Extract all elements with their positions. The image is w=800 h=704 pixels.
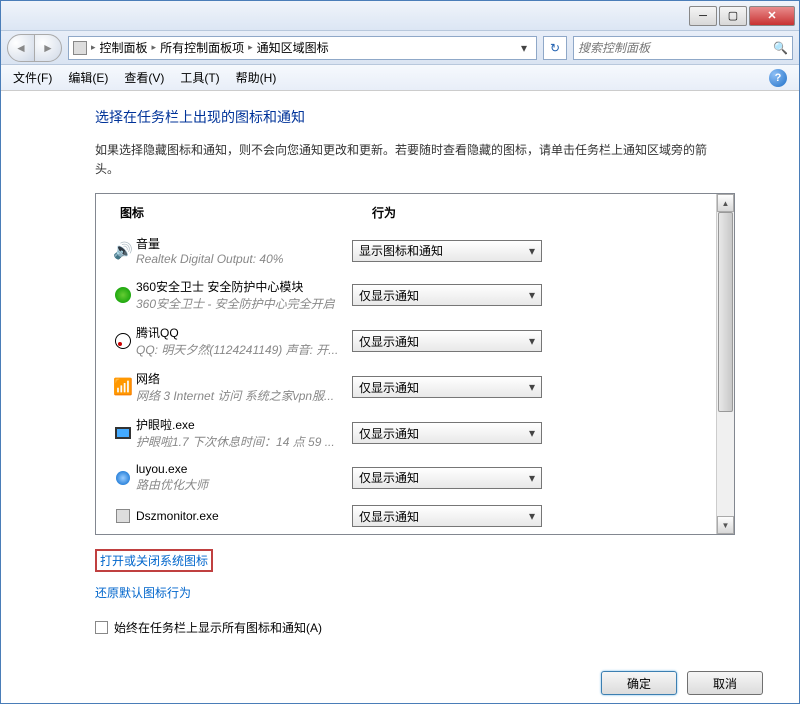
ok-button[interactable]: 确定 <box>601 671 677 695</box>
luyou-icon <box>116 471 130 485</box>
address-bar: ◄ ► ▸ 控制面板 ▸ 所有控制面板项 ▸ 通知区域图标 ▾ ↻ 🔍 <box>1 31 799 65</box>
behavior-select[interactable]: 仅显示通知 <box>352 284 542 306</box>
chevron-right-icon: ▸ <box>91 42 96 53</box>
icons-list: 图标 行为 🔊音量Realtek Digital Output: 40% 显示图标… <box>95 193 735 535</box>
scrollbar[interactable]: ▲ ▼ <box>716 194 734 534</box>
behavior-select[interactable]: 仅显示通知 <box>352 467 542 489</box>
cancel-button[interactable]: 取消 <box>687 671 763 695</box>
chevron-right-icon: ▸ <box>248 42 253 53</box>
list-item: 🔊音量Realtek Digital Output: 40% 显示图标和通知 <box>96 229 716 272</box>
item-title: 网络 <box>136 370 344 387</box>
content-area: 选择在任务栏上出现的图标和通知 如果选择隐藏图标和通知，则不会向您通知更改和更新… <box>1 91 799 703</box>
menubar: 文件(F) 编辑(E) 查看(V) 工具(T) 帮助(H) ? <box>1 65 799 91</box>
page-description: 如果选择隐藏图标和通知，则不会向您通知更改和更新。若要随时查看隐藏的图标，请单击… <box>95 141 715 179</box>
help-icon[interactable]: ? <box>769 69 787 87</box>
menu-help[interactable]: 帮助(H) <box>228 65 285 90</box>
menu-view[interactable]: 查看(V) <box>116 65 172 90</box>
item-subtitle: 网络 3 Internet 访问 系统之家vpn服... <box>136 387 344 404</box>
item-title: 腾讯QQ <box>136 324 344 341</box>
search-input[interactable] <box>578 41 773 55</box>
behavior-select[interactable]: 仅显示通知 <box>352 422 542 444</box>
crumb-notification-icons[interactable]: 通知区域图标 <box>257 39 329 56</box>
item-subtitle: Realtek Digital Output: 40% <box>136 252 344 266</box>
behavior-select[interactable]: 仅显示通知 <box>352 376 542 398</box>
item-title: luyou.exe <box>136 462 344 476</box>
page-title: 选择在任务栏上出现的图标和通知 <box>95 107 799 127</box>
item-title: 360安全卫士 安全防护中心模块 <box>136 278 344 295</box>
search-icon[interactable]: 🔍 <box>773 41 788 55</box>
list-item: 360安全卫士 安全防护中心模块360安全卫士 - 安全防护中心完全开启仅显示通… <box>96 272 716 318</box>
qq-icon <box>115 333 131 349</box>
link-system-icons[interactable]: 打开或关闭系统图标 <box>95 549 213 572</box>
item-subtitle: 360安全卫士 - 安全防护中心完全开启 <box>136 295 344 312</box>
behavior-select[interactable]: 仅显示通知 <box>352 505 542 527</box>
item-title: 音量 <box>136 235 344 252</box>
back-button[interactable]: ◄ <box>7 34 35 62</box>
control-panel-icon <box>73 41 87 55</box>
menu-edit[interactable]: 编辑(E) <box>60 65 116 90</box>
column-header-icon: 图标 <box>120 204 372 221</box>
item-subtitle: 路由优化大师 <box>136 476 344 493</box>
chevron-right-icon: ▸ <box>152 42 157 53</box>
list-item: Dszmonitor.exe 仅显示通知 <box>96 499 716 533</box>
network-icon: 📶 <box>113 377 133 397</box>
search-box[interactable]: 🔍 <box>573 36 793 60</box>
maximize-button[interactable]: ▢ <box>719 6 747 26</box>
scroll-thumb[interactable] <box>718 212 733 412</box>
menu-file[interactable]: 文件(F) <box>5 65 60 90</box>
monitor-icon <box>115 427 131 439</box>
always-show-label: 始终在任务栏上显示所有图标和通知(A) <box>114 619 322 636</box>
item-subtitle: QQ: 明天夕然(1124241149) 声音: 开... <box>136 341 344 358</box>
behavior-select[interactable]: 显示图标和通知 <box>352 240 542 262</box>
list-item: 护眼啦.exe护眼啦1.7 下次休息时间：14 点 59 ... 仅显示通知 <box>96 410 716 456</box>
titlebar: ─ ▢ ✕ <box>1 1 799 31</box>
list-item: 📶网络网络 3 Internet 访问 系统之家vpn服... 仅显示通知 <box>96 364 716 410</box>
menu-tools[interactable]: 工具(T) <box>172 65 227 90</box>
app-icon <box>116 509 130 523</box>
always-show-checkbox[interactable] <box>95 621 108 634</box>
scroll-up-button[interactable]: ▲ <box>717 194 734 212</box>
speaker-icon: 🔊 <box>113 241 133 261</box>
item-title: 护眼啦.exe <box>136 416 344 433</box>
refresh-button[interactable]: ↻ <box>543 36 567 60</box>
breadcrumb[interactable]: ▸ 控制面板 ▸ 所有控制面板项 ▸ 通知区域图标 ▾ <box>68 36 537 60</box>
close-button[interactable]: ✕ <box>749 6 795 26</box>
item-subtitle: 护眼啦1.7 下次休息时间：14 点 59 ... <box>136 433 344 450</box>
list-item: 腾讯QQQQ: 明天夕然(1124241149) 声音: 开... 仅显示通知 <box>96 318 716 364</box>
minimize-button[interactable]: ─ <box>689 6 717 26</box>
scroll-down-button[interactable]: ▼ <box>717 516 734 534</box>
list-item: luyou.exe路由优化大师仅显示通知 <box>96 456 716 499</box>
behavior-select[interactable]: 仅显示通知 <box>352 330 542 352</box>
360-icon <box>115 287 131 303</box>
forward-button[interactable]: ► <box>34 34 62 62</box>
address-dropdown[interactable]: ▾ <box>516 41 532 55</box>
column-header-behavior: 行为 <box>372 204 692 221</box>
link-restore-defaults[interactable]: 还原默认图标行为 <box>95 584 191 601</box>
control-panel-window: ─ ▢ ✕ ◄ ► ▸ 控制面板 ▸ 所有控制面板项 ▸ 通知区域图标 ▾ ↻ … <box>0 0 800 704</box>
crumb-control-panel[interactable]: 控制面板 <box>100 39 148 56</box>
item-title: Dszmonitor.exe <box>136 509 344 523</box>
crumb-all-items[interactable]: 所有控制面板项 <box>160 39 244 56</box>
